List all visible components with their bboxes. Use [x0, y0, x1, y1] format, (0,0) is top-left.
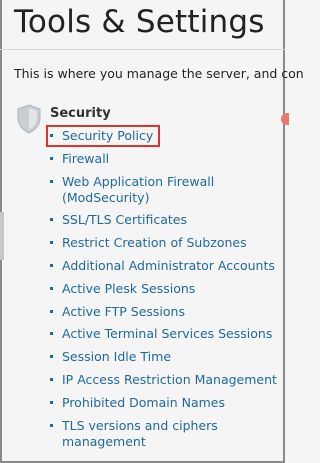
side-panel-handle[interactable]: [0, 212, 4, 260]
list-item-prohibited-domains: Prohibited Domain Names: [48, 395, 280, 411]
list-item-tls-versions: TLS versions and ciphers management: [48, 418, 280, 450]
link-terminal-services-sessions[interactable]: Active Terminal Services Sessions: [62, 326, 272, 341]
list-item-firewall: Firewall: [48, 151, 280, 167]
bullet-icon: [50, 377, 53, 381]
link-prohibited-domain-names[interactable]: Prohibited Domain Names: [62, 395, 225, 410]
list-item-terminal-sessions: Active Terminal Services Sessions: [48, 326, 280, 342]
bullet-icon: [50, 423, 53, 427]
section-title-security: Security: [50, 106, 111, 121]
list-item-waf: Web Application Firewall (ModSecurity): [48, 174, 280, 206]
link-ip-access-restriction[interactable]: IP Access Restriction Management: [62, 372, 277, 387]
bullet-icon: [50, 332, 53, 336]
bullet-icon: [50, 156, 53, 160]
link-active-ftp-sessions[interactable]: Active FTP Sessions: [62, 304, 185, 319]
list-item-ip-restriction: IP Access Restriction Management: [48, 372, 280, 388]
header-divider: [0, 49, 285, 50]
link-ssl-tls-certificates[interactable]: SSL/TLS Certificates: [62, 212, 187, 227]
bullet-icon: [50, 400, 53, 404]
list-item-security-policy: Security Policy: [46, 125, 280, 147]
page-title: Tools & Settings: [14, 4, 265, 40]
notification-edge-icon[interactable]: [281, 113, 289, 125]
list-item-restrict-subzones: Restrict Creation of Subzones: [48, 235, 280, 251]
bullet-icon: [50, 218, 53, 222]
security-links-list: Security Policy Firewall Web Application…: [46, 125, 280, 456]
list-item-idle-time: Session Idle Time: [48, 349, 280, 365]
link-security-policy[interactable]: Security Policy: [62, 128, 153, 143]
link-tls-versions-ciphers[interactable]: TLS versions and ciphers management: [62, 418, 218, 449]
link-firewall[interactable]: Firewall: [62, 151, 109, 166]
link-restrict-subzones[interactable]: Restrict Creation of Subzones: [62, 235, 247, 250]
list-item-ftp-sessions: Active FTP Sessions: [48, 304, 280, 320]
list-item-plesk-sessions: Active Plesk Sessions: [48, 281, 280, 297]
link-additional-admin-accounts[interactable]: Additional Administrator Accounts: [62, 258, 275, 273]
page-description: This is where you manage the server, and…: [14, 66, 304, 81]
bullet-icon: [50, 134, 53, 137]
list-item-ssl-certificates: SSL/TLS Certificates: [48, 212, 280, 228]
bullet-icon: [50, 355, 53, 359]
bullet-icon: [50, 179, 53, 183]
shield-icon: [17, 104, 41, 134]
link-web-application-firewall[interactable]: Web Application Firewall (ModSecurity): [62, 174, 214, 205]
bullet-icon: [50, 263, 53, 267]
bullet-icon: [50, 286, 53, 290]
list-item-admin-accounts: Additional Administrator Accounts: [48, 258, 280, 274]
bullet-icon: [50, 309, 53, 313]
bullet-icon: [50, 241, 53, 245]
link-session-idle-time[interactable]: Session Idle Time: [62, 349, 171, 364]
link-active-plesk-sessions[interactable]: Active Plesk Sessions: [62, 281, 195, 296]
